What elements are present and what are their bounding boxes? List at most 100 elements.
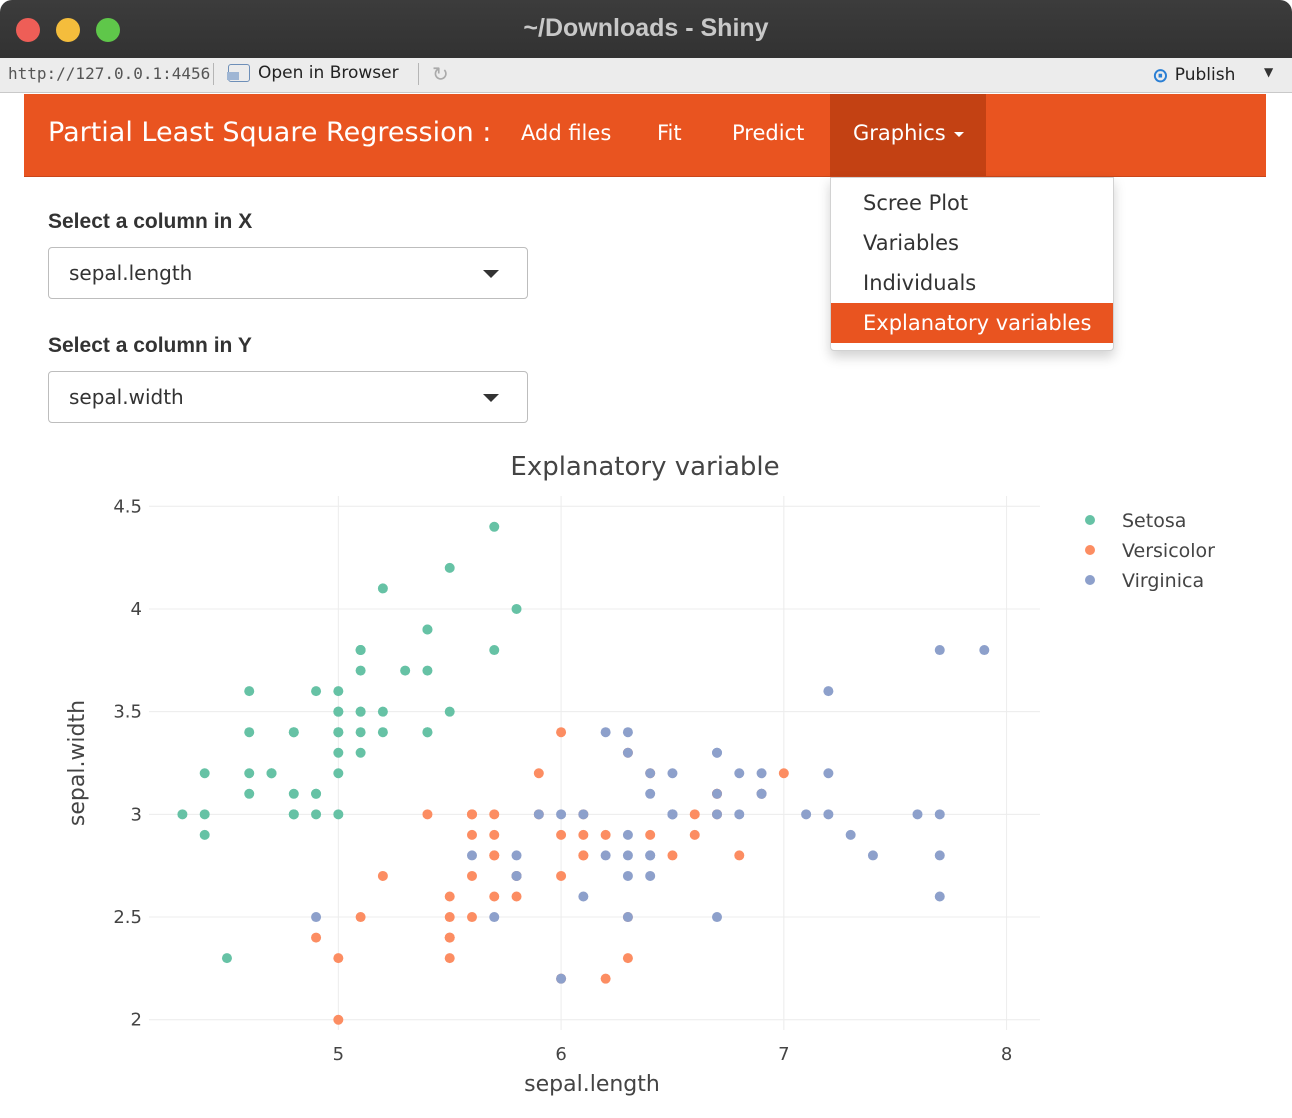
data-point-virginica[interactable]: [511, 850, 522, 861]
data-point-versicolor[interactable]: [645, 829, 656, 840]
data-point-setosa[interactable]: [355, 706, 366, 717]
data-point-setosa[interactable]: [199, 768, 210, 779]
data-point-setosa[interactable]: [377, 706, 388, 717]
data-point-versicolor[interactable]: [511, 891, 522, 902]
data-point-virginica[interactable]: [756, 788, 767, 799]
data-point-setosa[interactable]: [355, 645, 366, 656]
data-point-virginica[interactable]: [667, 768, 678, 779]
data-point-versicolor[interactable]: [466, 829, 477, 840]
data-point-setosa[interactable]: [199, 809, 210, 820]
data-point-versicolor[interactable]: [489, 809, 500, 820]
data-point-versicolor[interactable]: [311, 932, 322, 943]
data-point-versicolor[interactable]: [444, 912, 455, 923]
nav-fit[interactable]: Fit: [657, 121, 682, 145]
data-point-setosa[interactable]: [333, 747, 344, 758]
data-point-setosa[interactable]: [355, 665, 366, 676]
data-point-virginica[interactable]: [712, 788, 723, 799]
data-point-versicolor[interactable]: [578, 850, 589, 861]
data-point-versicolor[interactable]: [533, 768, 544, 779]
data-point-setosa[interactable]: [400, 665, 411, 676]
data-point-versicolor[interactable]: [556, 870, 567, 881]
data-point-virginica[interactable]: [712, 809, 723, 820]
data-point-virginica[interactable]: [511, 870, 522, 881]
data-point-setosa[interactable]: [377, 583, 388, 594]
data-point-setosa[interactable]: [333, 706, 344, 717]
data-point-virginica[interactable]: [979, 645, 990, 656]
legend-label-setosa[interactable]: Setosa: [1122, 510, 1186, 532]
data-point-setosa[interactable]: [333, 686, 344, 697]
data-point-virginica[interactable]: [801, 809, 812, 820]
data-point-versicolor[interactable]: [377, 870, 388, 881]
data-point-setosa[interactable]: [333, 768, 344, 779]
data-point-setosa[interactable]: [266, 768, 277, 779]
data-point-setosa[interactable]: [288, 809, 299, 820]
data-point-versicolor[interactable]: [556, 829, 567, 840]
data-point-versicolor[interactable]: [489, 891, 500, 902]
data-point-virginica[interactable]: [622, 727, 633, 738]
menu-item-individuals[interactable]: Individuals: [831, 263, 1113, 303]
menu-item-scree-plot[interactable]: Scree Plot: [831, 183, 1113, 223]
data-point-versicolor[interactable]: [333, 1014, 344, 1025]
data-point-setosa[interactable]: [333, 727, 344, 738]
data-point-virginica[interactable]: [934, 891, 945, 902]
publish-button[interactable]: ⊙ Publish: [1152, 63, 1235, 87]
data-point-versicolor[interactable]: [444, 891, 455, 902]
data-point-virginica[interactable]: [556, 809, 567, 820]
refresh-icon[interactable]: ↻: [432, 62, 449, 86]
data-point-virginica[interactable]: [867, 850, 878, 861]
data-point-setosa[interactable]: [444, 562, 455, 573]
data-point-virginica[interactable]: [667, 809, 678, 820]
data-point-virginica[interactable]: [622, 850, 633, 861]
data-point-versicolor[interactable]: [689, 829, 700, 840]
legend-marker-setosa[interactable]: [1085, 515, 1095, 525]
data-point-virginica[interactable]: [912, 809, 923, 820]
data-point-virginica[interactable]: [556, 973, 567, 984]
data-point-setosa[interactable]: [422, 665, 433, 676]
data-point-virginica[interactable]: [600, 850, 611, 861]
data-point-setosa[interactable]: [177, 809, 188, 820]
data-point-virginica[interactable]: [533, 809, 544, 820]
data-point-setosa[interactable]: [422, 624, 433, 635]
data-point-versicolor[interactable]: [667, 850, 678, 861]
data-point-versicolor[interactable]: [466, 809, 477, 820]
data-point-virginica[interactable]: [823, 768, 834, 779]
data-point-setosa[interactable]: [444, 706, 455, 717]
data-point-setosa[interactable]: [311, 809, 322, 820]
data-point-setosa[interactable]: [511, 603, 522, 614]
data-point-versicolor[interactable]: [466, 870, 477, 881]
data-point-setosa[interactable]: [333, 809, 344, 820]
data-point-virginica[interactable]: [311, 912, 322, 923]
data-point-setosa[interactable]: [355, 727, 366, 738]
data-point-setosa[interactable]: [244, 686, 255, 697]
url-text[interactable]: http://127.0.0.1:4456: [8, 64, 210, 83]
data-point-versicolor[interactable]: [355, 912, 366, 923]
legend-marker-versicolor[interactable]: [1085, 545, 1095, 555]
data-point-versicolor[interactable]: [422, 809, 433, 820]
data-point-versicolor[interactable]: [778, 768, 789, 779]
menu-item-explanatory-variables[interactable]: Explanatory variables: [831, 303, 1113, 343]
data-point-setosa[interactable]: [311, 788, 322, 799]
data-point-virginica[interactable]: [645, 768, 656, 779]
data-point-virginica[interactable]: [712, 747, 723, 758]
data-point-versicolor[interactable]: [466, 912, 477, 923]
data-point-setosa[interactable]: [355, 747, 366, 758]
data-point-setosa[interactable]: [311, 686, 322, 697]
data-point-setosa[interactable]: [244, 788, 255, 799]
data-point-versicolor[interactable]: [444, 932, 455, 943]
legend-label-virginica[interactable]: Virginica: [1122, 570, 1204, 592]
nav-predict[interactable]: Predict: [732, 121, 804, 145]
data-point-virginica[interactable]: [934, 645, 945, 656]
data-point-versicolor[interactable]: [556, 727, 567, 738]
publish-menu-chevron-down-icon[interactable]: ▼: [1264, 65, 1273, 79]
data-point-virginica[interactable]: [489, 912, 500, 923]
data-point-virginica[interactable]: [578, 891, 589, 902]
data-point-virginica[interactable]: [578, 809, 589, 820]
data-point-virginica[interactable]: [934, 850, 945, 861]
legend-label-versicolor[interactable]: Versicolor: [1122, 540, 1215, 562]
x-column-select[interactable]: sepal.length: [48, 247, 528, 299]
menu-item-variables[interactable]: Variables: [831, 223, 1113, 263]
data-point-virginica[interactable]: [622, 747, 633, 758]
data-point-versicolor[interactable]: [489, 829, 500, 840]
data-point-versicolor[interactable]: [622, 953, 633, 964]
data-point-versicolor[interactable]: [489, 850, 500, 861]
